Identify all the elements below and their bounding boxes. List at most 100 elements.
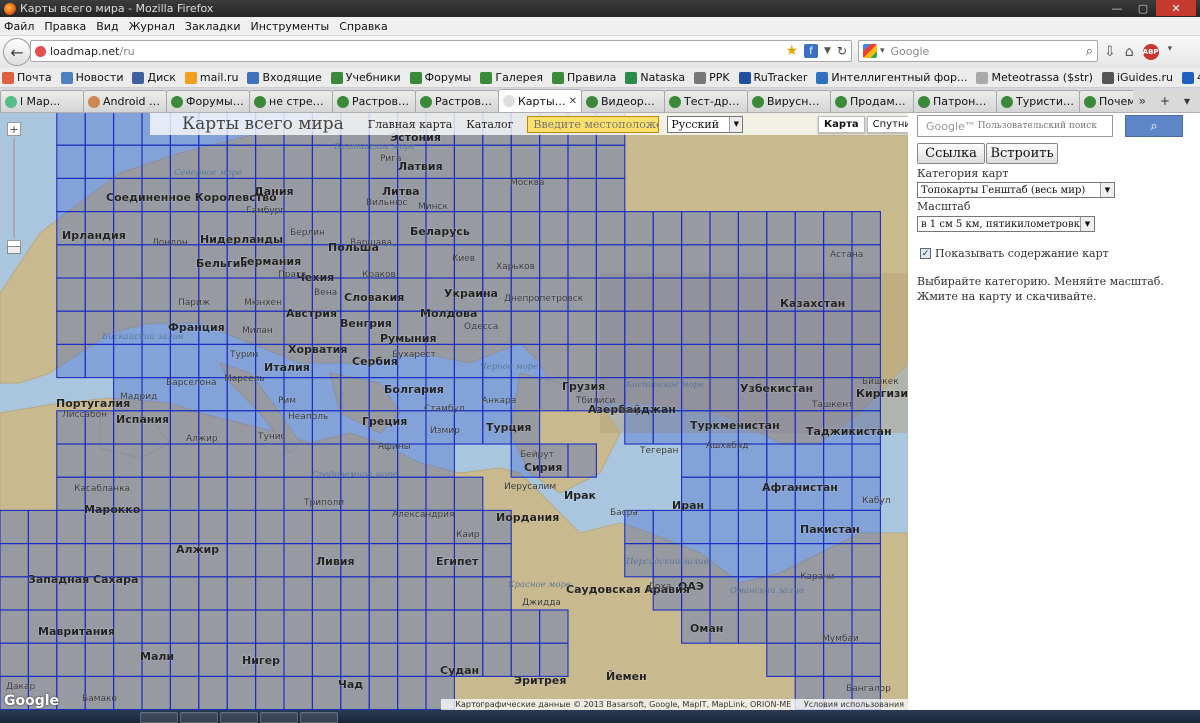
tab[interactable]: Тест-драйв ...: [664, 90, 748, 112]
tab[interactable]: не стреляй...: [249, 90, 333, 112]
menu-bookmarks[interactable]: Закладки: [185, 20, 241, 33]
bookmark-item[interactable]: Новости: [60, 71, 123, 84]
close-button[interactable]: ✕: [1156, 0, 1196, 16]
bookmark-favicon-icon: [60, 71, 73, 84]
menu-help[interactable]: Справка: [339, 20, 387, 33]
menu-edit[interactable]: Правка: [44, 20, 86, 33]
back-button[interactable]: ←: [3, 38, 31, 66]
all-tabs-icon[interactable]: ▾: [1184, 94, 1190, 108]
taskbar-item[interactable]: [220, 712, 258, 723]
map-sheet-cell: [709, 211, 739, 246]
attribution-text: Картографические данные © 2013 Basarsoft…: [455, 700, 792, 709]
city-label: Вильнюс: [366, 198, 408, 208]
bookmark-item[interactable]: PPK: [694, 71, 730, 84]
tab[interactable]: Продам И...: [830, 90, 914, 112]
bookmark-star-icon[interactable]: ★: [785, 43, 798, 59]
home-icon[interactable]: ⌂: [1125, 44, 1134, 60]
water-label: Оманский залив: [730, 586, 804, 596]
zoom-slider-handle[interactable]: [7, 246, 21, 254]
taskbar-item[interactable]: [260, 712, 298, 723]
bookmark-item[interactable]: Meteotrassa ($str): [976, 71, 1093, 84]
url-bar[interactable]: loadmap.net/ru ★ f ▼ ↻: [30, 40, 852, 62]
minimize-button[interactable]: —: [1104, 0, 1130, 16]
map-type-map[interactable]: Карта: [818, 116, 865, 133]
tab[interactable]: Видеороли...: [581, 90, 665, 112]
menu-dropdown-icon[interactable]: ▾: [1168, 44, 1173, 60]
bookmark-item[interactable]: iGuides.ru: [1101, 71, 1173, 84]
tab[interactable]: Растровые ...: [415, 90, 499, 112]
close-tab-icon[interactable]: ✕: [569, 96, 577, 107]
language-select[interactable]: Русский ▼: [667, 115, 744, 133]
adblock-icon[interactable]: ABP: [1142, 44, 1159, 60]
main-map-link[interactable]: Главная карта: [368, 118, 452, 131]
map-type-satellite[interactable]: Спутник: [866, 116, 908, 133]
map-sheet-cell: [737, 343, 768, 379]
embed-button[interactable]: Встроить: [986, 143, 1058, 164]
bookmark-item[interactable]: Галерея: [480, 71, 543, 84]
show-content-checkbox[interactable]: ✓: [920, 248, 931, 259]
map-canvas[interactable]: ЭстонияЛатвияЛитваБеларусьПольшаГермания…: [0, 113, 908, 710]
tab[interactable]: Патроны д...: [913, 90, 997, 112]
taskbar-item[interactable]: [140, 712, 178, 723]
location-input[interactable]: [527, 115, 660, 133]
taskbar-item[interactable]: [180, 712, 218, 723]
bookmark-item[interactable]: mail.ru: [184, 71, 238, 84]
show-content-label[interactable]: Показывать содержание карт: [935, 247, 1109, 260]
site-info-icon[interactable]: f: [804, 44, 819, 58]
google-engine-icon[interactable]: [863, 44, 877, 58]
engine-dropdown-icon[interactable]: ▾: [880, 46, 885, 56]
tab-label: Вирусная у...: [767, 95, 826, 108]
bookmark-item[interactable]: Интеллигентный фор...: [816, 71, 967, 84]
reload-icon[interactable]: ↻: [837, 44, 847, 58]
menu-bar: Файл Правка Вид Журнал Закладки Инструме…: [0, 17, 1200, 36]
map-sheet-cell: [652, 310, 683, 345]
search-icon[interactable]: ⌕: [1086, 44, 1093, 59]
new-tab-icon[interactable]: +: [1160, 94, 1170, 108]
map-sheet-cell: [510, 343, 541, 379]
bookmark-item[interactable]: 4PDA: [1182, 71, 1200, 84]
bookmark-item[interactable]: Диск: [132, 71, 176, 84]
zoom-in-button[interactable]: +: [7, 122, 21, 136]
url-dropdown-icon[interactable]: ▼: [824, 46, 831, 56]
menu-tools[interactable]: Инструменты: [251, 20, 330, 33]
download-icon[interactable]: ⇩: [1104, 44, 1116, 60]
tab[interactable]: Форумы От...: [166, 90, 250, 112]
catalog-link[interactable]: Каталог: [466, 118, 513, 131]
map-sheet-cell: [851, 543, 881, 578]
city-label: Вена: [314, 288, 337, 298]
custom-search-button[interactable]: ⌕: [1125, 115, 1183, 137]
scroll-tabs-icon[interactable]: »: [1139, 94, 1146, 108]
city-label: Кабул: [862, 496, 891, 506]
map-sheet-cell: [283, 144, 313, 179]
tab[interactable]: Android Ozi...: [83, 90, 167, 112]
menu-file[interactable]: Файл: [4, 20, 34, 33]
bookmark-item[interactable]: Учебники: [330, 71, 401, 84]
link-button[interactable]: Ссылка: [917, 143, 985, 164]
custom-search-placeholder: Пользовательский поиск: [977, 121, 1097, 131]
search-bar[interactable]: ▾ Google ⌕: [858, 40, 1098, 62]
scale-select[interactable]: в 1 см 5 км, пятикилометровка ▼: [917, 216, 1095, 232]
tab[interactable]: Вирусная у...: [747, 90, 831, 112]
menu-history[interactable]: Журнал: [129, 20, 175, 33]
bookmark-item[interactable]: RuTracker: [738, 71, 807, 84]
bookmark-item[interactable]: Правила: [551, 71, 616, 84]
water-label: Балтийское море: [333, 142, 415, 152]
taskbar-item[interactable]: [300, 712, 338, 723]
zoom-slider-track[interactable]: [13, 138, 15, 238]
bookmark-item[interactable]: Форумы: [409, 71, 471, 84]
map-area[interactable]: Эстония Латвия Литва Беларусь Польша Германия…: [0, 113, 908, 710]
menu-view[interactable]: Вид: [96, 20, 118, 33]
category-select[interactable]: Топокарты Генштаб (весь мир) ▼: [917, 182, 1115, 198]
bookmark-item[interactable]: Nataska: [625, 71, 685, 84]
terms-link[interactable]: Условия использования: [804, 700, 904, 709]
maximize-button[interactable]: ▢: [1130, 0, 1156, 16]
tab-active[interactable]: Карты в...✕: [498, 89, 582, 112]
tab[interactable]: Растровые ...: [332, 90, 416, 112]
map-sheet-cell: [226, 410, 257, 445]
tab[interactable]: l Map...: [0, 90, 84, 112]
bookmark-item[interactable]: Почта: [2, 71, 52, 84]
custom-search-input[interactable]: Google™ Пользовательский поиск: [917, 115, 1113, 137]
tab[interactable]: Туристичес...: [996, 90, 1080, 112]
tab-favicon-icon: [586, 95, 598, 108]
bookmark-item[interactable]: Входящие: [247, 71, 322, 84]
